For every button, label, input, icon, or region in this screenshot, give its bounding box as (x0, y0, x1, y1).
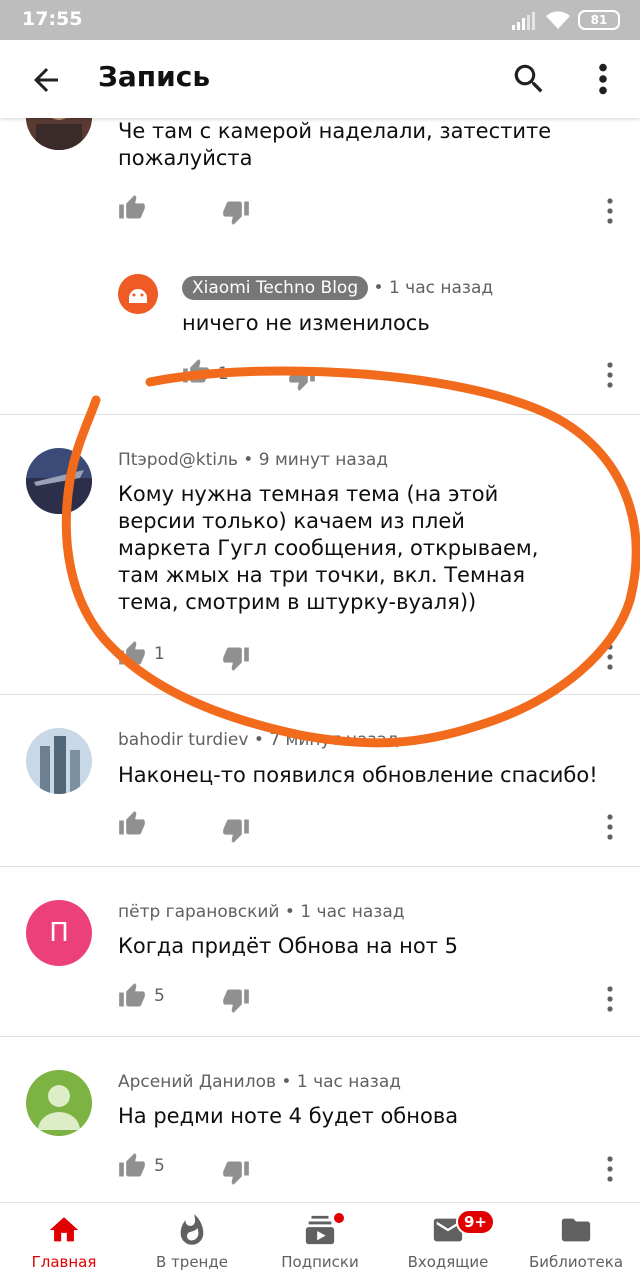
avatar[interactable] (26, 448, 92, 514)
signal-icon (512, 12, 535, 30)
like-icon[interactable] (118, 194, 146, 222)
status-bar: 17:55 81 (0, 0, 640, 40)
more-options-icon[interactable] (600, 1154, 620, 1184)
avatar[interactable]: П (26, 900, 92, 966)
divider (0, 866, 640, 867)
nav-library[interactable]: Библиотека (512, 1203, 640, 1280)
dislike-icon[interactable] (222, 986, 250, 1014)
comment-meta: Арсений Данилов • 1 час назад (118, 1072, 402, 1092)
comment-time: 7 минут назад (269, 730, 399, 750)
comment-meta: пётр гарановский • 1 час назад (118, 902, 405, 922)
like-icon[interactable] (118, 810, 146, 838)
comment-text: На редми ноте 4 будет обнова (118, 1104, 459, 1128)
search-icon[interactable] (510, 60, 548, 98)
dislike-icon[interactable] (222, 198, 250, 226)
divider (0, 1036, 640, 1037)
comment-text: Когда придёт Обнова на нот 5 (118, 934, 459, 958)
home-icon (49, 1217, 79, 1242)
comment-text: ничего не изменилось (182, 311, 430, 335)
notification-dot (332, 1211, 346, 1225)
comment-time: 1 час назад (296, 1072, 402, 1092)
dislike-icon[interactable] (222, 644, 250, 672)
like-icon[interactable] (182, 358, 210, 386)
like-count: 1 (218, 364, 229, 384)
back-arrow-icon[interactable] (28, 62, 64, 98)
like-icon[interactable] (118, 1152, 146, 1180)
nav-label: В тренде (156, 1253, 228, 1271)
more-options-icon[interactable] (600, 196, 620, 226)
divider (0, 694, 640, 695)
comment-meta: Пtэpod@ktіль • 9 минут назад (118, 450, 389, 470)
comment-author[interactable]: Пtэpod@ktіль (118, 450, 238, 470)
page-title: Запись (98, 60, 211, 93)
dislike-icon[interactable] (288, 364, 316, 392)
more-options-icon[interactable] (600, 360, 620, 390)
app-bar: Запись (0, 40, 640, 118)
comment-text: Че там с камерой наделали, затестите пож… (118, 119, 552, 170)
comment-time: 1 час назад (388, 278, 494, 298)
nav-label: Библиотека (528, 1253, 624, 1271)
nav-inbox[interactable]: 9+ Входящие (384, 1203, 512, 1280)
battery-indicator: 81 (578, 10, 620, 30)
like-icon[interactable] (118, 640, 146, 668)
comment-author[interactable]: пётр гарановский (118, 902, 279, 922)
flame-icon (180, 1213, 204, 1245)
more-options-icon[interactable] (600, 642, 620, 672)
comment-time: 1 час назад (300, 902, 405, 922)
comment-author[interactable]: Арсений Данилов (118, 1072, 276, 1092)
avatar[interactable] (26, 1070, 92, 1136)
avatar[interactable] (26, 728, 92, 794)
divider (0, 414, 640, 415)
wifi-icon (546, 11, 570, 29)
bottom-navigation: Главная В тренде Подписки 9+ Входящие Би… (0, 1202, 640, 1280)
comment-author[interactable]: bahodir turdiev (118, 730, 248, 750)
nav-subscriptions[interactable]: Подписки (256, 1203, 384, 1280)
folder-icon (561, 1218, 591, 1242)
comment-time: 9 минут назад (258, 450, 389, 470)
more-options-icon[interactable] (600, 812, 620, 842)
nav-label: Входящие (407, 1253, 489, 1271)
like-count: 5 (154, 986, 165, 1006)
like-icon[interactable] (118, 982, 146, 1010)
like-count: 5 (154, 1156, 165, 1176)
nav-home[interactable]: Главная (0, 1203, 128, 1280)
reply-avatar[interactable] (118, 274, 158, 314)
comment-meta: bahodir turdiev • 7 минут назад (118, 730, 399, 750)
like-count: 1 (154, 644, 165, 664)
inbox-badge: 9+ (456, 1209, 496, 1235)
dislike-icon[interactable] (222, 1158, 250, 1186)
comments-feed: Че там с камерой наделали, затестите пож… (0, 0, 640, 1280)
status-time: 17:55 (22, 8, 83, 30)
more-vert-icon[interactable] (588, 60, 618, 98)
comment-author-chip[interactable]: Xiaomi Techno Blog (182, 276, 369, 300)
nav-label: Главная (31, 1253, 97, 1271)
nav-label: Подписки (281, 1253, 359, 1271)
more-options-icon[interactable] (600, 984, 620, 1014)
nav-trending[interactable]: В тренде (128, 1203, 256, 1280)
avatar-letter: П (49, 918, 69, 948)
comment-meta: Xiaomi Techno Blog • 1 час назад (182, 276, 493, 300)
dislike-icon[interactable] (222, 816, 250, 844)
comment-text: Наконец-то появился обновление спасибо! (118, 763, 598, 787)
comment-text: Кому нужна темная тема (на этой версии т… (118, 482, 539, 614)
